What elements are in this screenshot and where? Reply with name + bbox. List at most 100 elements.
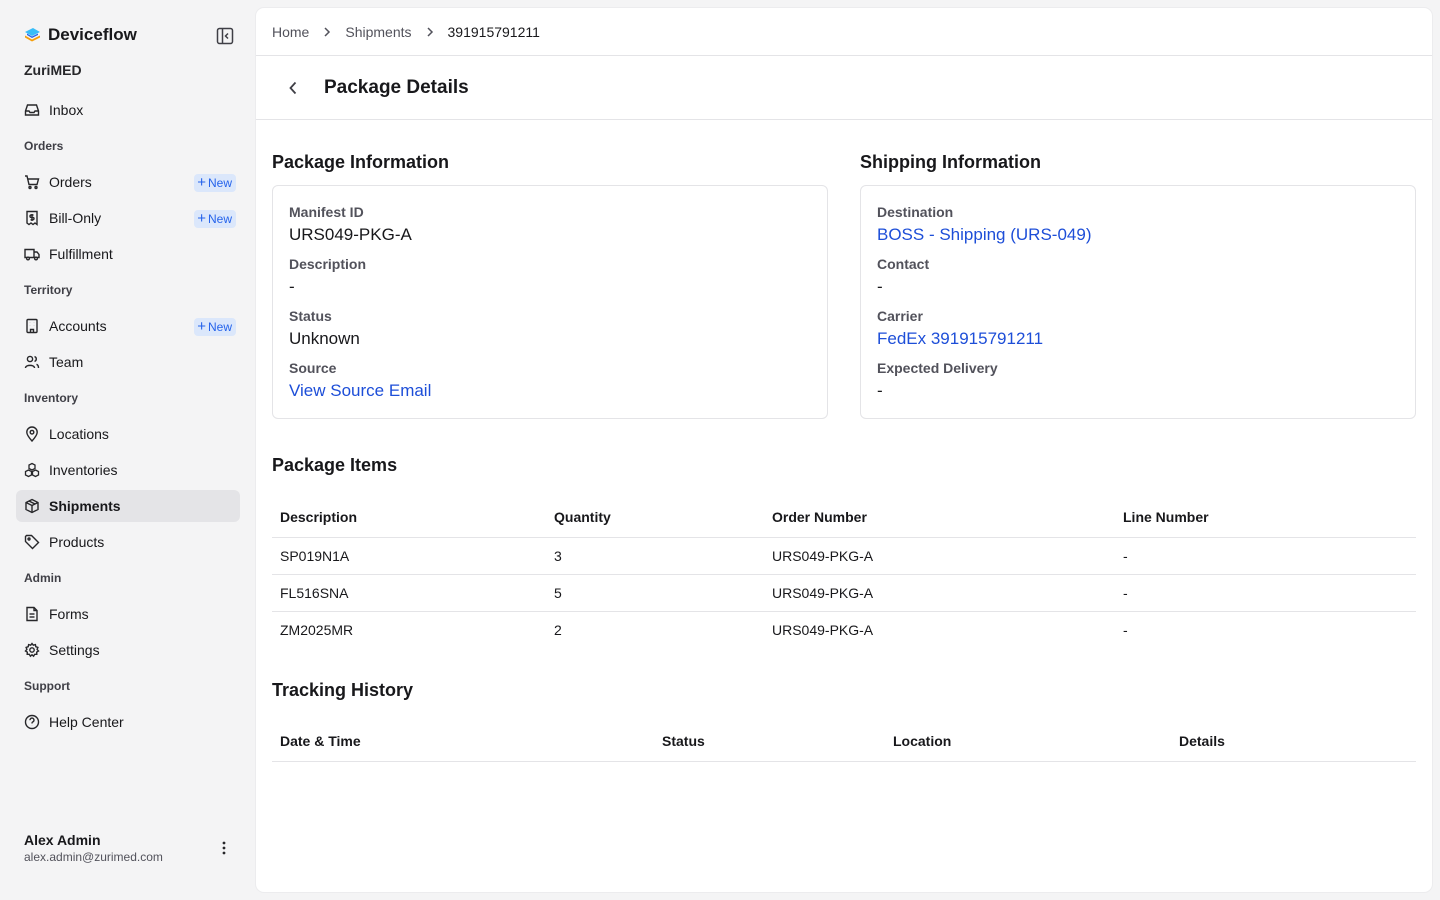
gear-icon	[24, 642, 40, 658]
sidebar-nav: Inbox Orders Orders + New Bill-Only + New …	[16, 94, 240, 742]
sidebar-item-bill-only[interactable]: Bill-Only + New	[16, 202, 240, 234]
user-profile[interactable]: Alex Admin alex.admin@zurimed.com	[24, 832, 163, 864]
nav-section-admin: Admin	[24, 571, 62, 585]
sidebar-item-help-center[interactable]: Help Center	[16, 706, 240, 738]
section-title: Shipping Information	[860, 152, 1041, 172]
sidebar-item-shipments[interactable]: Shipments	[16, 490, 240, 522]
new-account-button[interactable]: + New	[194, 318, 236, 336]
brand[interactable]: Deviceflow	[24, 25, 137, 45]
description-value: -	[289, 277, 295, 296]
field-label: Destination	[877, 204, 954, 220]
table-cell: 2	[554, 621, 562, 638]
cart-icon	[24, 174, 40, 190]
more-vertical-icon	[222, 841, 226, 855]
manifest-id-field: Manifest ID URS049-PKG-A	[289, 204, 811, 246]
sidebar-item-products[interactable]: Products	[16, 526, 240, 558]
sidebar-item-label: Forms	[49, 606, 89, 622]
column-header: Line Number	[1115, 497, 1416, 538]
field-label: Manifest ID	[289, 204, 364, 220]
table-row[interactable]: SP019N1A 3 URS049-PKG-A -	[272, 537, 1416, 575]
sidebar: Deviceflow ZuriMED Inbox Orders Orders +…	[0, 0, 256, 900]
breadcrumb-home[interactable]: Home	[272, 24, 309, 40]
package-items-table: Description Quantity Order Number Line N…	[272, 497, 1416, 648]
table-cell: -	[1115, 574, 1416, 612]
sidebar-item-accounts[interactable]: Accounts + New	[16, 310, 240, 342]
user-menu-button[interactable]	[215, 838, 233, 858]
sidebar-item-label: Bill-Only	[49, 210, 102, 226]
plus-icon: +	[197, 174, 206, 191]
sidebar-item-fulfillment[interactable]: Fulfillment	[16, 238, 240, 270]
sidebar-item-inbox[interactable]: Inbox	[16, 94, 240, 126]
tracking-history-title: Tracking History	[272, 680, 414, 700]
table-cell: -	[1115, 537, 1416, 575]
status-value: Unknown	[289, 329, 360, 348]
deviceflow-logo-icon	[25, 27, 40, 41]
table-header-row: Date & Time Status Location Details	[272, 721, 1416, 762]
table-header-row: Description Quantity Order Number Line N…	[272, 497, 1416, 538]
sidebar-item-label: Products	[49, 534, 105, 550]
chevron-right-icon	[309, 26, 345, 37]
page-title: Package Details	[324, 76, 469, 98]
plus-icon: +	[197, 318, 206, 335]
chevron-right-icon	[412, 26, 448, 37]
table-row[interactable]: FL516SNA 5 URS049-PKG-A -	[272, 574, 1416, 612]
column-header: Location	[885, 721, 1171, 762]
inbox-icon	[24, 102, 40, 118]
view-source-email-link[interactable]: View Source Email	[289, 380, 811, 402]
sidebar-item-orders[interactable]: Orders + New	[16, 166, 240, 198]
sidebar-item-label: Accounts	[49, 318, 107, 334]
new-badge-label: New	[207, 212, 232, 226]
new-order-button[interactable]: + New	[194, 174, 236, 192]
manifest-id-value: URS049-PKG-A	[289, 225, 412, 244]
main-panel: Home Shipments 391915791211 Package Deta…	[256, 8, 1432, 892]
sidebar-item-label: Help Center	[49, 714, 124, 730]
sidebar-item-label: Inbox	[49, 102, 84, 118]
field-label: Contact	[877, 256, 930, 272]
table-cell: -	[1123, 621, 1128, 638]
nav-section-inventory: Inventory	[24, 391, 79, 405]
page-content: Package Information Manifest ID URS049-P…	[256, 150, 1432, 762]
collapse-sidebar-button[interactable]	[214, 25, 236, 47]
sidebar-item-locations[interactable]: Locations	[16, 418, 240, 450]
breadcrumb: Home Shipments 391915791211	[256, 8, 1432, 56]
expected-delivery-field: Expected Delivery -	[877, 360, 1399, 402]
org-name: ZuriMED	[24, 62, 82, 78]
new-bill-only-button[interactable]: + New	[194, 210, 236, 228]
sidebar-item-team[interactable]: Team	[16, 346, 240, 378]
carrier-tracking-link[interactable]: FedEx 391915791211	[877, 328, 1399, 350]
column-header: Date & Time	[272, 721, 654, 762]
receipt-icon	[24, 210, 40, 226]
breadcrumb-current: 391915791211	[447, 23, 540, 40]
breadcrumb-shipments[interactable]: Shipments	[345, 24, 411, 40]
source-field: Source View Source Email	[289, 360, 811, 402]
sidebar-item-inventories[interactable]: Inventories	[16, 454, 240, 486]
tag-icon	[24, 534, 40, 550]
table-row[interactable]: ZM2025MR 2 URS049-PKG-A -	[272, 611, 1416, 648]
field-label: Source	[289, 360, 337, 376]
sidebar-collapse-icon	[216, 27, 234, 45]
sidebar-item-settings[interactable]: Settings	[16, 634, 240, 666]
destination-link[interactable]: BOSS - Shipping (URS-049)	[877, 224, 1399, 246]
new-badge-label: New	[207, 176, 232, 190]
package-items-title: Package Items	[272, 455, 398, 475]
field-label: Carrier	[877, 308, 923, 324]
page-header: Package Details	[256, 56, 1432, 120]
carrier-field: Carrier FedEx 391915791211	[877, 308, 1399, 350]
status-field: Status Unknown	[289, 308, 811, 350]
sidebar-item-label: Inventories	[49, 462, 118, 478]
user-name: Alex Admin	[24, 832, 101, 848]
destination-field: Destination BOSS - Shipping (URS-049)	[877, 204, 1399, 246]
description-field: Description -	[289, 256, 811, 298]
nav-section-orders: Orders	[24, 139, 64, 153]
truck-icon	[24, 246, 40, 262]
contact-field: Contact -	[877, 256, 1399, 298]
file-text-icon	[24, 606, 40, 622]
contact-value: -	[877, 277, 883, 296]
sidebar-item-forms[interactable]: Forms	[16, 598, 240, 630]
info-cards: Package Information Manifest ID URS049-P…	[272, 150, 1416, 419]
users-icon	[24, 354, 40, 370]
table-cell: URS049-PKG-A	[772, 621, 874, 638]
new-badge-label: New	[207, 320, 232, 334]
expected-delivery-value: -	[877, 381, 883, 400]
back-button[interactable]	[284, 79, 302, 97]
